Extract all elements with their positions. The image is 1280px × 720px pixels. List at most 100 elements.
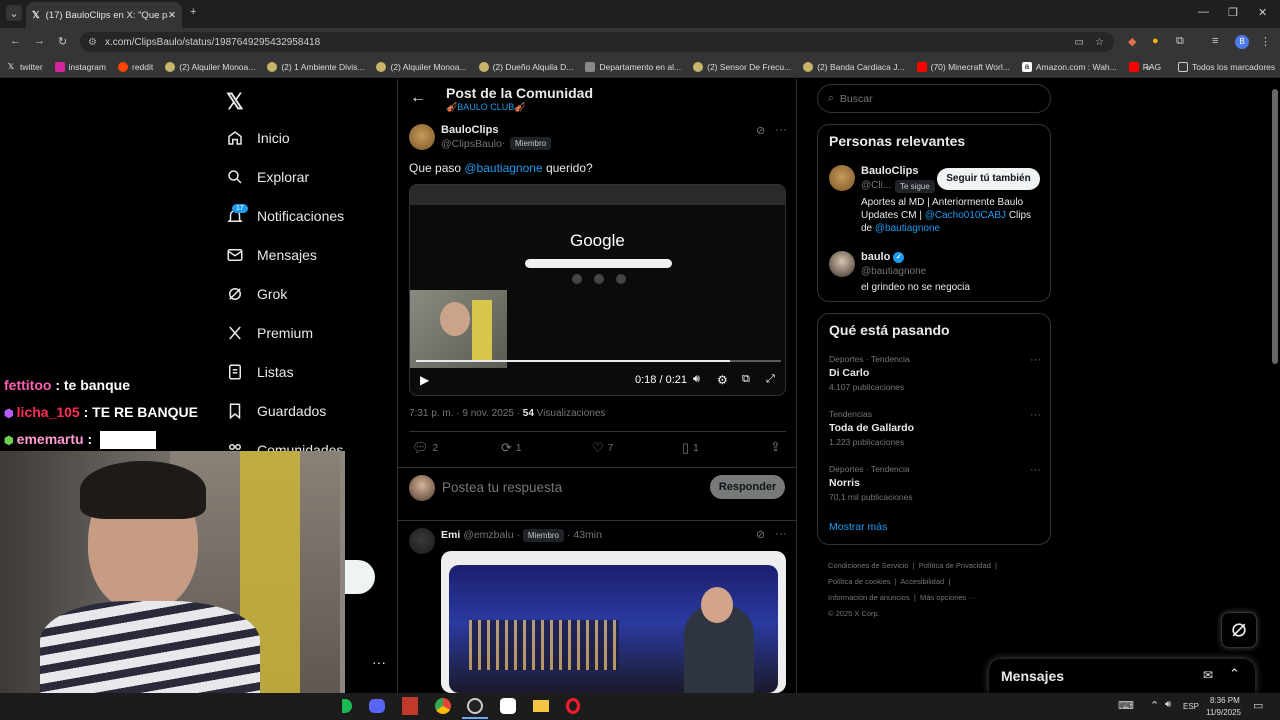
reply-handle[interactable]: @emzbalu [463,529,513,541]
reply-author[interactable]: Emi [441,529,460,541]
grok-post-icon[interactable]: ⊘ [756,124,765,137]
chrome-icon[interactable] [435,698,451,714]
puzzle-icon[interactable]: ⧉ [1176,35,1184,48]
reload-icon[interactable]: ↻ [58,35,67,48]
nav-bookmarks[interactable]: Guardados [226,402,326,420]
like-action[interactable]: ♡ 7 [592,440,613,456]
reply-more-icon[interactable]: ··· [775,526,787,540]
page-scrollbar[interactable] [1272,89,1278,364]
relevant-avatar-2[interactable] [829,251,855,277]
menu-icon[interactable]: ⋮ [1260,35,1271,48]
close-window-icon[interactable]: ✕ [1258,6,1267,19]
forward-icon[interactable]: → [34,35,45,47]
video-player[interactable]: Google ▶ 0:18 / 0:21 🔊︎ ⚙ ⧉ ⤢ [409,184,786,396]
bookmark-minecraft[interactable]: (70) Minecraft Worl... [916,61,1010,72]
restore-icon[interactable]: ❐ [1228,6,1238,19]
bookmark-star-icon[interactable]: ☆ [1095,37,1104,48]
show-more-link[interactable]: Mostrar más [829,521,887,533]
nav-messages[interactable]: Mensajes [226,246,317,264]
trend-item[interactable]: Deportes · Tendencia Norris 70,1 mil pub… [829,464,1041,502]
bookmark-reddit[interactable]: reddit [118,61,153,72]
notifications-icon[interactable]: ▭ [1253,699,1263,712]
footer-link[interactable]: Condiciones de Servicio [828,561,908,570]
browser-tab[interactable]: 𝕏 (17) BauloClips en X: "Que pasó ✕ [26,2,182,28]
expand-drawer-icon[interactable]: ⌃ [1229,666,1240,682]
reply-button[interactable]: Responder [710,475,785,499]
avatar[interactable] [409,124,435,150]
tab-search-icon[interactable]: ⌄ [6,5,22,21]
trend-more-icon[interactable]: ··· [1030,409,1041,421]
bookmark-banda[interactable]: (2) Banda Cardiaca J... [803,61,905,72]
more-options-icon[interactable]: ··· [775,122,787,136]
reply-input[interactable]: Postea tu respuesta [442,480,562,495]
post-button-partial[interactable] [345,560,375,594]
bookmark-dueno[interactable]: (2) Dueño Alquila D... [478,61,573,72]
extensions-toolbar-icons[interactable]: ◆ [1128,35,1136,48]
bookmark-alquiler-2[interactable]: (2) Alquiler Monoa... [376,61,467,72]
trend-more-icon[interactable]: ··· [1030,354,1041,366]
extension-icon-2[interactable]: ● [1152,35,1159,47]
back-icon[interactable]: ← [10,35,21,47]
bookmark-instagram[interactable]: instagram [54,61,106,72]
nav-grok[interactable]: Grok [226,285,287,303]
close-tab-icon[interactable]: ✕ [168,10,176,21]
folder-icon[interactable] [533,700,549,712]
new-message-icon[interactable]: ✉ [1203,668,1213,682]
x-logo-icon[interactable]: 𝕏 [226,89,244,115]
trend-item[interactable]: Tendencias Toda de Gallardo 1.223 public… [829,409,1041,447]
repost-action[interactable]: ⟳ 1 [501,440,521,456]
nav-lists[interactable]: Listas [226,363,294,381]
footer-link[interactable]: Accesibilidad [900,577,944,586]
media-icon[interactable]: ≡ [1212,35,1218,47]
footer-link[interactable]: Información de anuncios [828,593,910,602]
back-arrow-icon[interactable]: ← [410,89,426,107]
mention-link[interactable]: @bautiagnone [464,161,542,175]
fullscreen-icon[interactable]: ⤢ [766,373,775,386]
bookmark-amazon[interactable]: a Amazon.com : Wah... [1021,61,1117,72]
post-handle[interactable]: @ClipsBaulo [441,138,502,150]
grok-fab[interactable] [1221,612,1257,648]
profile-avatar[interactable]: B [1235,35,1249,49]
nav-home[interactable]: Inicio [226,129,290,147]
share-icon[interactable]: ⇪ [770,439,781,455]
follow-back-button[interactable]: Seguir tú también [937,168,1040,190]
footer-link[interactable]: Política de cookies [828,577,891,586]
spotify-icon[interactable] [342,699,352,713]
relevant-handle-1[interactable]: @Cli... [861,180,891,191]
obs-icon[interactable] [467,698,483,714]
app-icon[interactable] [402,697,418,715]
play-icon[interactable]: ▶ [420,373,429,387]
relevant-name-2[interactable]: baulo ✓ [861,251,905,263]
nav-explore[interactable]: Explorar [226,168,309,186]
bookmark-alquiler-1[interactable]: (2) Alquiler Monoa... [165,61,255,72]
more-account-icon[interactable]: ··· [372,654,386,670]
footer-link[interactable]: Más opciones ··· [920,593,976,602]
search-box[interactable]: ⌕ Buscar [817,84,1051,113]
bookmark-ambiente[interactable]: (2) 1 Ambiente Divis... [267,61,364,72]
clock-date[interactable]: 11/9/2025 [1206,708,1241,717]
relevant-handle-2[interactable]: @bautiagnone [861,266,926,277]
discord-icon[interactable] [369,699,385,713]
bookmark-sensor[interactable]: (2) Sensor De Frecu... [693,61,791,72]
bookmarks-folder[interactable]: Todos los marcadores [1178,61,1275,72]
speaker-icon[interactable]: 🔊︎ [1165,699,1171,710]
keyboard-icon[interactable]: ⌨ [1118,699,1134,712]
reply-action[interactable]: 💬︎ 2 [412,440,438,456]
bookmark-rag[interactable]: RAG [1128,61,1161,72]
bookmark-action[interactable]: ▯ 1 [682,440,699,456]
site-info-icon[interactable]: ⚙ [88,37,97,48]
pip-icon[interactable]: ⧉ [742,373,750,386]
trend-more-icon[interactable]: ··· [1030,464,1041,476]
settings-icon[interactable]: ⚙ [717,373,728,387]
volume-icon[interactable]: 🔊︎ [693,373,700,386]
reply-grok-icon[interactable]: ⊘ [756,528,765,541]
language-indicator[interactable]: ESP [1183,702,1199,711]
clock-time[interactable]: 8:36 PM [1210,696,1240,705]
bookmarks-overflow-icon[interactable]: » [1146,62,1151,72]
trend-item[interactable]: Deportes · Tendencia Di Carlo 4.107 publ… [829,354,1041,392]
address-bar[interactable]: ⚙ x.com/ClipsBaulo/status/19876492954329… [80,32,1114,52]
new-tab-icon[interactable]: + [190,6,196,18]
reply-media[interactable] [441,551,786,693]
cast-icon[interactable]: ▭ [1075,37,1084,48]
bookmark-twitter[interactable]: 𝕏twitter [6,62,43,72]
